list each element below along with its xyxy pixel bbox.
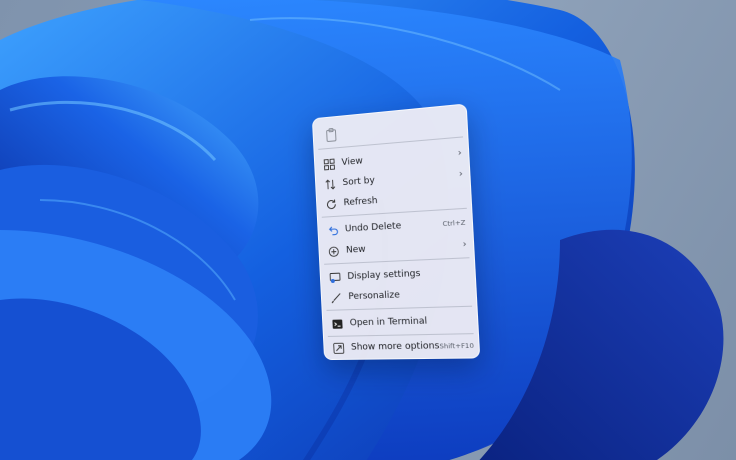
menu-item-label: Open in Terminal: [349, 316, 428, 329]
chevron-right-icon: ›: [457, 148, 463, 159]
undo-icon: [326, 224, 338, 237]
menu-item-label: Show more options: [350, 341, 440, 353]
display-settings-icon: [328, 271, 340, 284]
chevron-right-icon: ›: [458, 169, 464, 180]
chevron-right-icon: ›: [462, 239, 467, 251]
paste-icon[interactable]: [325, 127, 337, 142]
shortcut-hint: Ctrl+Z: [442, 218, 466, 229]
personalize-brush-icon: [329, 291, 341, 303]
menu-item-label: Undo Delete: [344, 221, 402, 235]
more-options-icon: [332, 342, 344, 354]
menu-item-label: New: [345, 244, 366, 256]
desktop-context-menu: View › Sort by › Refresh Undo Delete Ctr…: [311, 103, 481, 361]
menu-item-label: Refresh: [343, 195, 378, 209]
view-grid-icon: [323, 158, 335, 171]
new-plus-icon: [327, 245, 339, 258]
shortcut-hint: Shift+F10: [439, 341, 475, 351]
menu-item-show-more-options[interactable]: Show more options Shift+F10: [332, 335, 475, 358]
menu-item-open-in-terminal[interactable]: Open in Terminal: [331, 310, 472, 334]
refresh-icon: [325, 198, 337, 211]
terminal-icon: [331, 317, 343, 329]
menu-item-personalize[interactable]: Personalize: [329, 283, 470, 308]
menu-item-label: Personalize: [348, 290, 401, 303]
sort-arrows-icon: [324, 178, 336, 191]
menu-item-label: Display settings: [347, 268, 421, 282]
